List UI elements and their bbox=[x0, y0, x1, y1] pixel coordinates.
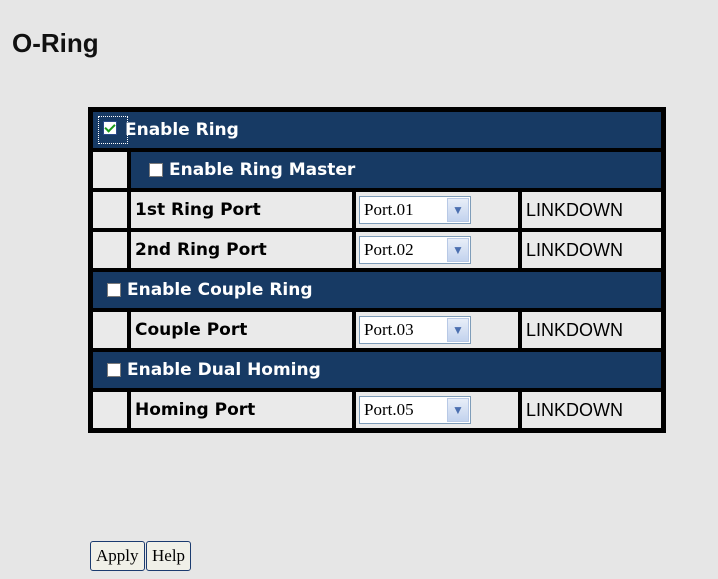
homing-port-row: Homing Port Port.05 ▼ LINKDOWN bbox=[91, 390, 663, 430]
first-ring-port-select[interactable]: Port.01 ▼ bbox=[359, 196, 471, 224]
couple-port-status: LINKDOWN bbox=[520, 310, 663, 350]
second-ring-port-select[interactable]: Port.02 ▼ bbox=[359, 236, 471, 264]
chevron-down-icon: ▼ bbox=[447, 198, 469, 222]
chevron-down-icon: ▼ bbox=[447, 318, 469, 342]
couple-port-label: Couple Port bbox=[129, 310, 354, 350]
first-ring-port-row: 1st Ring Port Port.01 ▼ LINKDOWN bbox=[91, 190, 663, 230]
first-ring-port-label: 1st Ring Port bbox=[129, 190, 354, 230]
second-ring-port-row: 2nd Ring Port Port.02 ▼ LINKDOWN bbox=[91, 230, 663, 270]
enable-ring-master-row: Enable Ring Master bbox=[91, 150, 663, 190]
apply-button[interactable]: Apply bbox=[90, 541, 145, 571]
homing-port-status: LINKDOWN bbox=[520, 390, 663, 430]
checkbox-checked-icon bbox=[103, 121, 117, 135]
chevron-down-icon: ▼ bbox=[447, 398, 469, 422]
enable-couple-ring-checkbox[interactable] bbox=[107, 283, 121, 297]
enable-dual-homing-row: Enable Dual Homing bbox=[91, 350, 663, 390]
second-ring-port-label: 2nd Ring Port bbox=[129, 230, 354, 270]
oring-settings-table: Enable Ring Enable Ring Master 1st Ring … bbox=[88, 107, 666, 433]
couple-port-select[interactable]: Port.03 ▼ bbox=[359, 316, 471, 344]
help-button[interactable]: Help bbox=[146, 541, 192, 571]
page-title: O-Ring bbox=[12, 28, 99, 58]
enable-dual-homing-checkbox[interactable] bbox=[107, 363, 121, 377]
enable-dual-homing-label: Enable Dual Homing bbox=[127, 360, 321, 380]
couple-port-row: Couple Port Port.03 ▼ LINKDOWN bbox=[91, 310, 663, 350]
homing-port-select[interactable]: Port.05 ▼ bbox=[359, 396, 471, 424]
enable-ring-master-label: Enable Ring Master bbox=[169, 160, 356, 180]
enable-couple-ring-label: Enable Couple Ring bbox=[127, 280, 313, 300]
enable-ring-row: Enable Ring bbox=[91, 110, 663, 150]
enable-ring-checkbox[interactable] bbox=[98, 116, 128, 144]
homing-port-label: Homing Port bbox=[129, 390, 354, 430]
enable-couple-ring-row: Enable Couple Ring bbox=[91, 270, 663, 310]
second-ring-port-status: LINKDOWN bbox=[520, 230, 663, 270]
chevron-down-icon: ▼ bbox=[447, 238, 469, 262]
first-ring-port-status: LINKDOWN bbox=[520, 190, 663, 230]
enable-ring-master-checkbox[interactable] bbox=[149, 163, 163, 177]
enable-ring-label: Enable Ring bbox=[125, 120, 239, 140]
